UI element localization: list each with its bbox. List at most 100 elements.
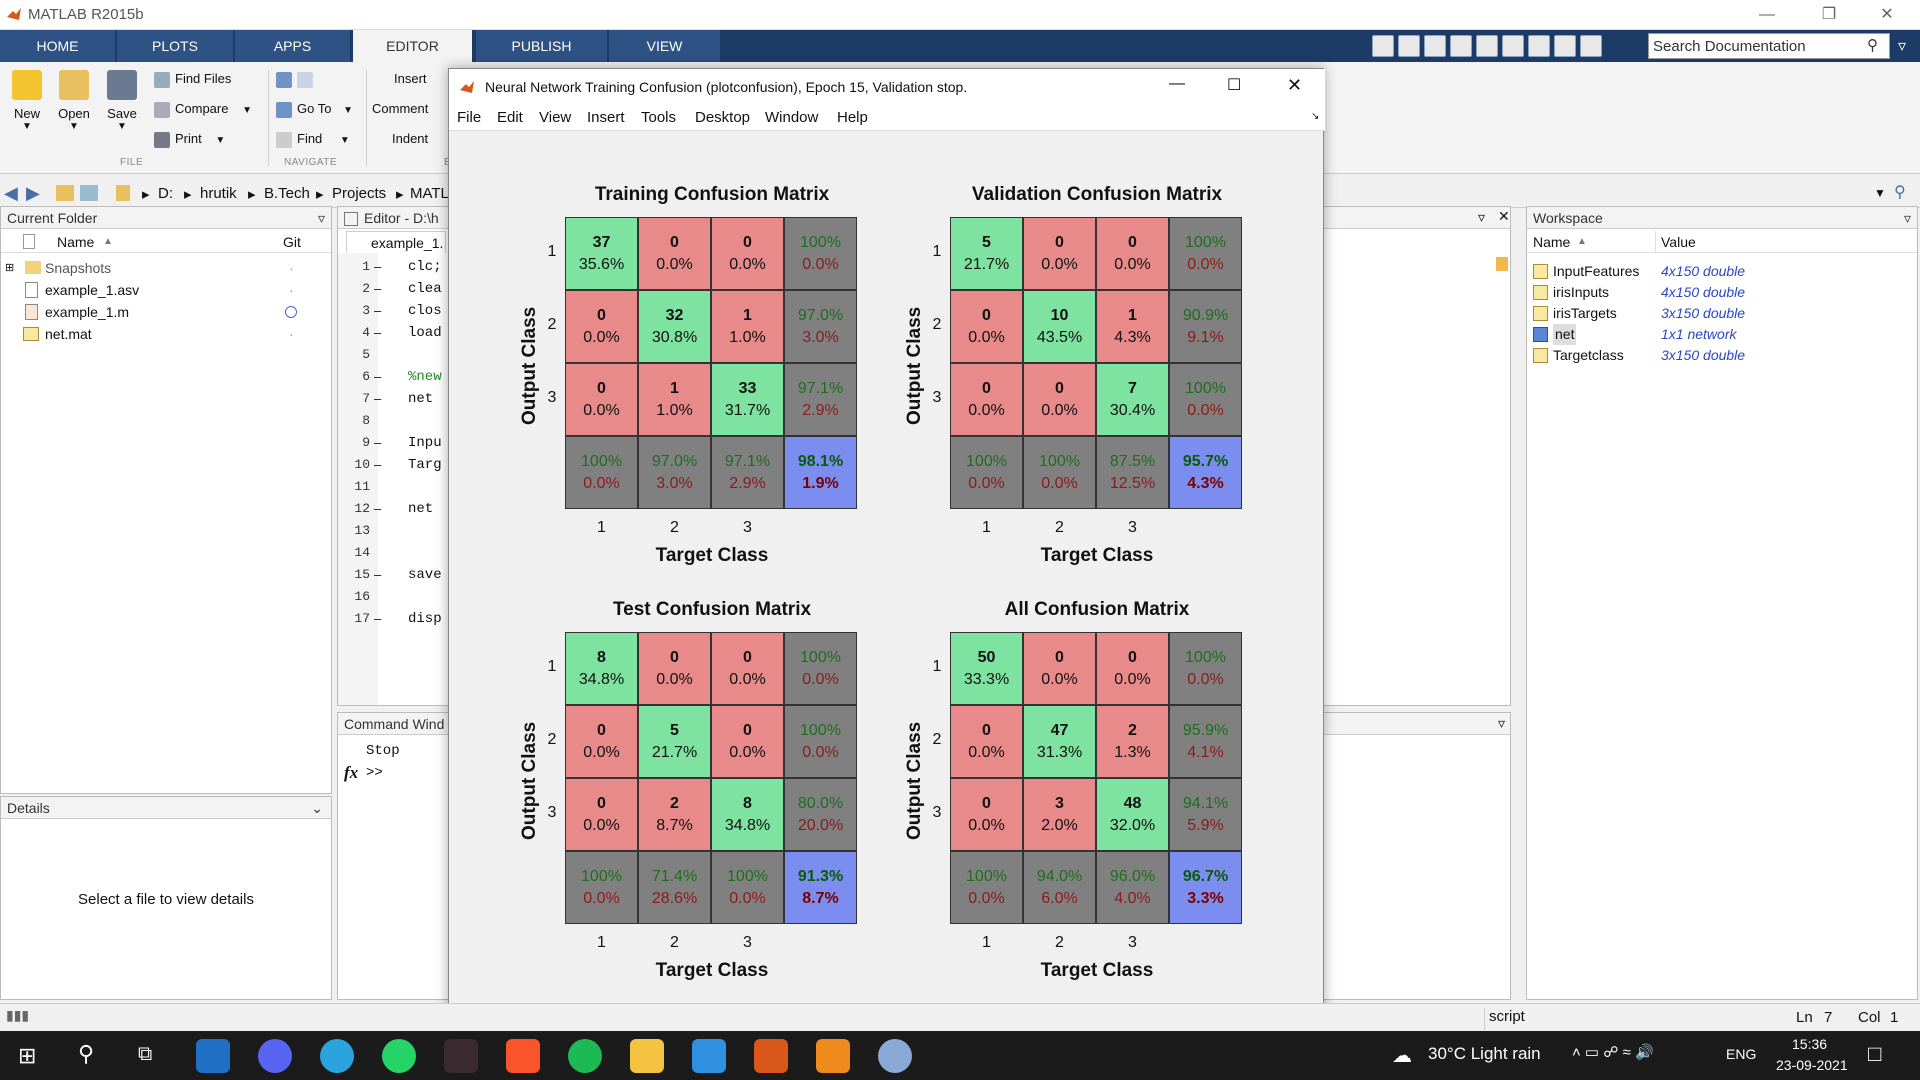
minimize-button[interactable]: — bbox=[1744, 0, 1790, 30]
panel-menu-icon[interactable]: ▿ bbox=[1478, 209, 1485, 226]
discord-icon[interactable] bbox=[258, 1039, 292, 1073]
col-name-header[interactable]: Name bbox=[1533, 231, 1570, 253]
breadcrumb-item[interactable]: B.Tech bbox=[264, 185, 310, 202]
find-files-button[interactable]: Find Files bbox=[154, 68, 231, 90]
code-line[interactable]: Inpu bbox=[408, 435, 442, 451]
col-value-header[interactable]: Value bbox=[1661, 231, 1696, 253]
windows-start-icon[interactable]: ⊞ bbox=[18, 1043, 36, 1069]
close-button[interactable]: ✕ bbox=[1287, 75, 1302, 96]
language-indicator[interactable]: ENG bbox=[1726, 1046, 1756, 1062]
matlab-taskbar-icon[interactable] bbox=[754, 1039, 788, 1073]
command-prompt[interactable]: >> bbox=[366, 765, 383, 781]
expand-icon[interactable]: ⊞ bbox=[5, 257, 14, 279]
save-icon[interactable] bbox=[1398, 35, 1420, 57]
whatsapp-icon[interactable] bbox=[382, 1039, 416, 1073]
list-item[interactable]: example_1.m bbox=[1, 301, 329, 323]
breadcrumb-item[interactable]: MATL bbox=[410, 185, 449, 202]
go-to-button[interactable]: Go To ▼ bbox=[276, 98, 353, 120]
code-line[interactable]: save bbox=[408, 567, 442, 583]
cut-icon[interactable] bbox=[1424, 35, 1446, 57]
breakpoint-dash-icon[interactable]: – bbox=[374, 457, 381, 472]
menu-help[interactable]: Help bbox=[837, 109, 868, 126]
help-icon[interactable] bbox=[1580, 35, 1602, 57]
back-arrow-icon[interactable] bbox=[276, 71, 292, 88]
menu-edit[interactable]: Edit bbox=[497, 109, 523, 126]
notifications-icon[interactable]: □ bbox=[1868, 1041, 1881, 1067]
menu-tools[interactable]: Tools bbox=[641, 109, 676, 126]
code-line[interactable]: net bbox=[408, 391, 433, 407]
vscode-icon[interactable] bbox=[196, 1039, 230, 1073]
tab-apps[interactable]: APPS bbox=[235, 30, 351, 62]
chevron-down-icon[interactable]: ⌄ bbox=[311, 797, 323, 819]
breakpoint-dash-icon[interactable]: – bbox=[374, 611, 381, 626]
code-line[interactable]: clc; bbox=[408, 259, 442, 275]
dock-figure-icon[interactable]: ↘ bbox=[1311, 111, 1319, 122]
code-line[interactable]: disp bbox=[408, 611, 442, 627]
save-dropdown-icon[interactable]: ▼ bbox=[100, 121, 144, 132]
panel-menu-icon[interactable]: ▿ bbox=[1904, 207, 1911, 229]
tab-publish[interactable]: PUBLISH bbox=[476, 30, 608, 62]
insert-button[interactable]: Insert bbox=[394, 68, 427, 90]
menu-desktop[interactable]: Desktop bbox=[695, 109, 750, 126]
workspace-row[interactable]: net 1x1 network bbox=[1527, 324, 1917, 345]
spotify-icon[interactable] bbox=[568, 1039, 602, 1073]
code-line[interactable]: clea bbox=[408, 281, 442, 297]
col-git-header[interactable]: Git bbox=[283, 231, 301, 253]
warning-marker-icon[interactable] bbox=[1496, 257, 1508, 271]
indent-button[interactable]: Indent bbox=[392, 128, 428, 150]
undo-icon[interactable] bbox=[1502, 35, 1524, 57]
mail-icon[interactable] bbox=[692, 1039, 726, 1073]
print-button[interactable]: Print ▼ bbox=[154, 128, 225, 150]
print-dropdown-icon[interactable]: ▼ bbox=[215, 135, 225, 146]
panel-menu-icon[interactable]: ▿ bbox=[1498, 715, 1505, 732]
workspace-row[interactable]: Targetclass 3x150 double bbox=[1527, 345, 1917, 366]
code-line[interactable]: clos bbox=[408, 303, 442, 319]
col-name-header[interactable]: Name bbox=[57, 231, 94, 253]
search-folder-icon[interactable]: ⚲ bbox=[1894, 182, 1906, 202]
maximize-button[interactable]: ❐ bbox=[1806, 0, 1852, 30]
breadcrumb-item[interactable]: Projects bbox=[332, 185, 386, 202]
forward-icon[interactable]: ▶ bbox=[26, 183, 40, 204]
code-line[interactable]: %new bbox=[408, 369, 442, 385]
collapse-ribbon-icon[interactable]: ▿ bbox=[1898, 36, 1906, 56]
breakpoint-dash-icon[interactable]: – bbox=[374, 281, 381, 296]
menu-insert[interactable]: Insert bbox=[587, 109, 625, 126]
code-line[interactable]: load bbox=[408, 325, 442, 341]
layout-icon[interactable] bbox=[1372, 35, 1394, 57]
back-forward-buttons[interactable] bbox=[276, 68, 318, 90]
open-button[interactable]: Open ▼ bbox=[52, 70, 96, 132]
open-dropdown-icon[interactable]: ▼ bbox=[52, 121, 96, 132]
list-item[interactable]: ⊞ Snapshots · bbox=[1, 257, 329, 279]
find-dropdown-icon[interactable]: ▼ bbox=[340, 135, 350, 146]
tab-home[interactable]: HOME bbox=[0, 30, 116, 62]
menu-file[interactable]: File bbox=[457, 109, 481, 126]
breakpoint-dash-icon[interactable]: – bbox=[374, 435, 381, 450]
task-view-icon[interactable]: ⧉ bbox=[138, 1043, 152, 1066]
find-button[interactable]: Find ▼ bbox=[276, 128, 350, 150]
tab-editor[interactable]: EDITOR bbox=[353, 30, 473, 62]
clock-time[interactable]: 15:36 bbox=[1792, 1036, 1827, 1052]
paste-icon[interactable] bbox=[1476, 35, 1498, 57]
search-documentation-input[interactable]: Search Documentation ⚲ bbox=[1648, 33, 1890, 59]
browse-folder-icon[interactable] bbox=[80, 185, 98, 201]
breakpoint-dash-icon[interactable]: – bbox=[374, 391, 381, 406]
vlc-icon[interactable] bbox=[816, 1039, 850, 1073]
fx-icon[interactable]: fx bbox=[344, 763, 358, 783]
panel-menu-icon[interactable]: ▿ bbox=[318, 207, 325, 229]
search-icon[interactable]: ⚲ bbox=[1867, 36, 1878, 54]
minimize-button[interactable]: — bbox=[1169, 75, 1185, 93]
maximize-button[interactable]: ☐ bbox=[1227, 75, 1241, 95]
up-folder-icon[interactable] bbox=[56, 185, 74, 201]
brave-icon[interactable] bbox=[506, 1039, 540, 1073]
breakpoint-dash-icon[interactable]: – bbox=[374, 369, 381, 384]
breadcrumb-item[interactable]: hrutik bbox=[200, 185, 237, 202]
new-button[interactable]: New ▼ bbox=[5, 70, 49, 132]
tab-view[interactable]: VIEW bbox=[609, 30, 721, 62]
code-line[interactable]: Targ bbox=[408, 457, 442, 473]
forward-arrow-icon[interactable] bbox=[297, 71, 313, 88]
copy-icon[interactable] bbox=[1450, 35, 1472, 57]
new-dropdown-icon[interactable]: ▼ bbox=[5, 121, 49, 132]
redo-icon[interactable] bbox=[1528, 35, 1550, 57]
compare-dropdown-icon[interactable]: ▼ bbox=[242, 105, 252, 116]
switch-window-icon[interactable] bbox=[1554, 35, 1576, 57]
